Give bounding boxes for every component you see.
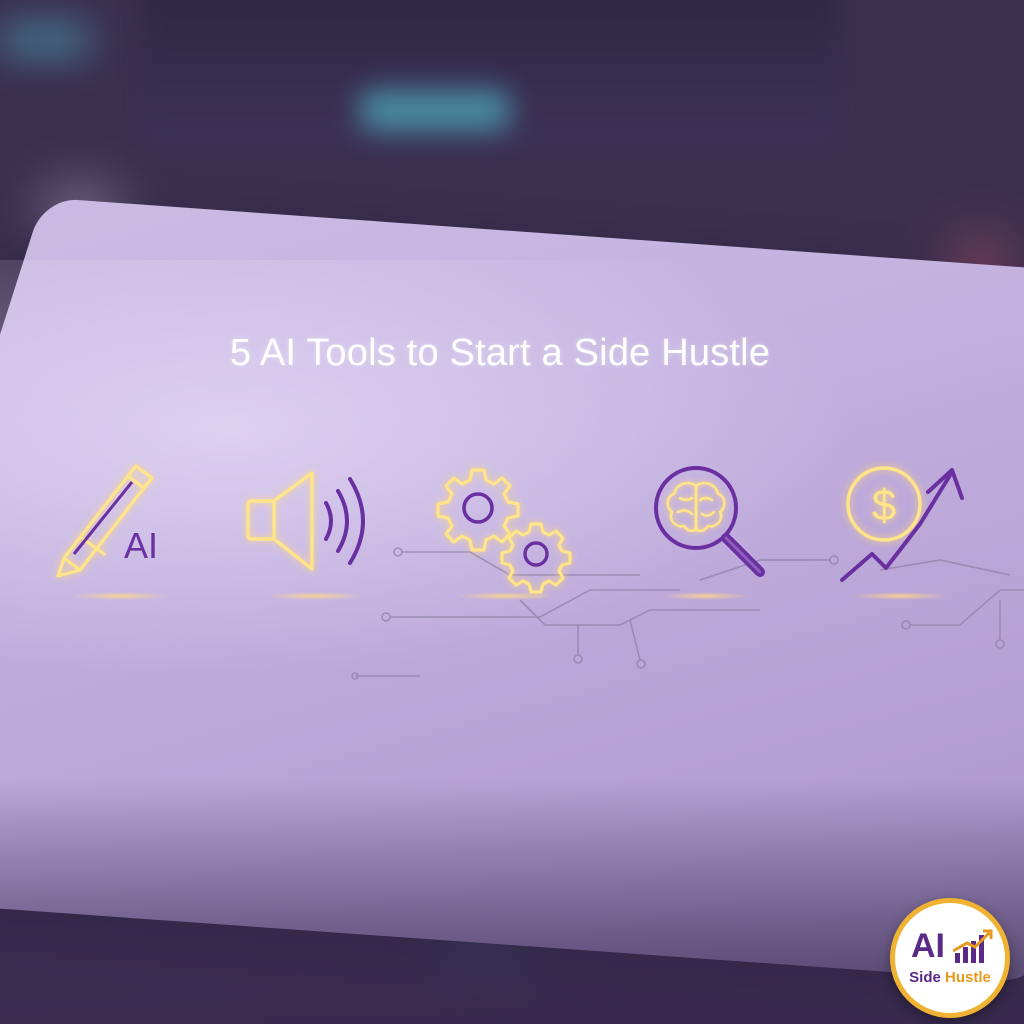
logo-word-side: Side [909, 969, 941, 986]
icon-reflection [455, 592, 555, 600]
speaker-icon [242, 465, 377, 580]
logo-chart-icon [953, 929, 993, 963]
bottom-vignette [0, 780, 1024, 1024]
icon-reflection [265, 592, 365, 600]
icon-reflection [660, 592, 750, 600]
icon-reflection [850, 592, 950, 600]
brain-magnifier-icon [648, 462, 773, 587]
page-title: 5 AI Tools to Start a Side Hustle [229, 332, 771, 374]
logo-word-hustle: Hustle [945, 969, 991, 986]
gears-icon [432, 462, 577, 594]
logo-subtitle: Side Hustle [895, 969, 1005, 986]
logo-ai-text: AI [911, 927, 945, 965]
dollar-growth-icon: $ [836, 458, 976, 588]
brand-logo: AI Side Hustle [890, 898, 1010, 1018]
dollar-sign: $ [872, 481, 896, 530]
pencil-ai-icon: AI [52, 458, 182, 583]
pencil-ai-label: AI [124, 525, 158, 566]
icon-reflection [70, 592, 170, 600]
